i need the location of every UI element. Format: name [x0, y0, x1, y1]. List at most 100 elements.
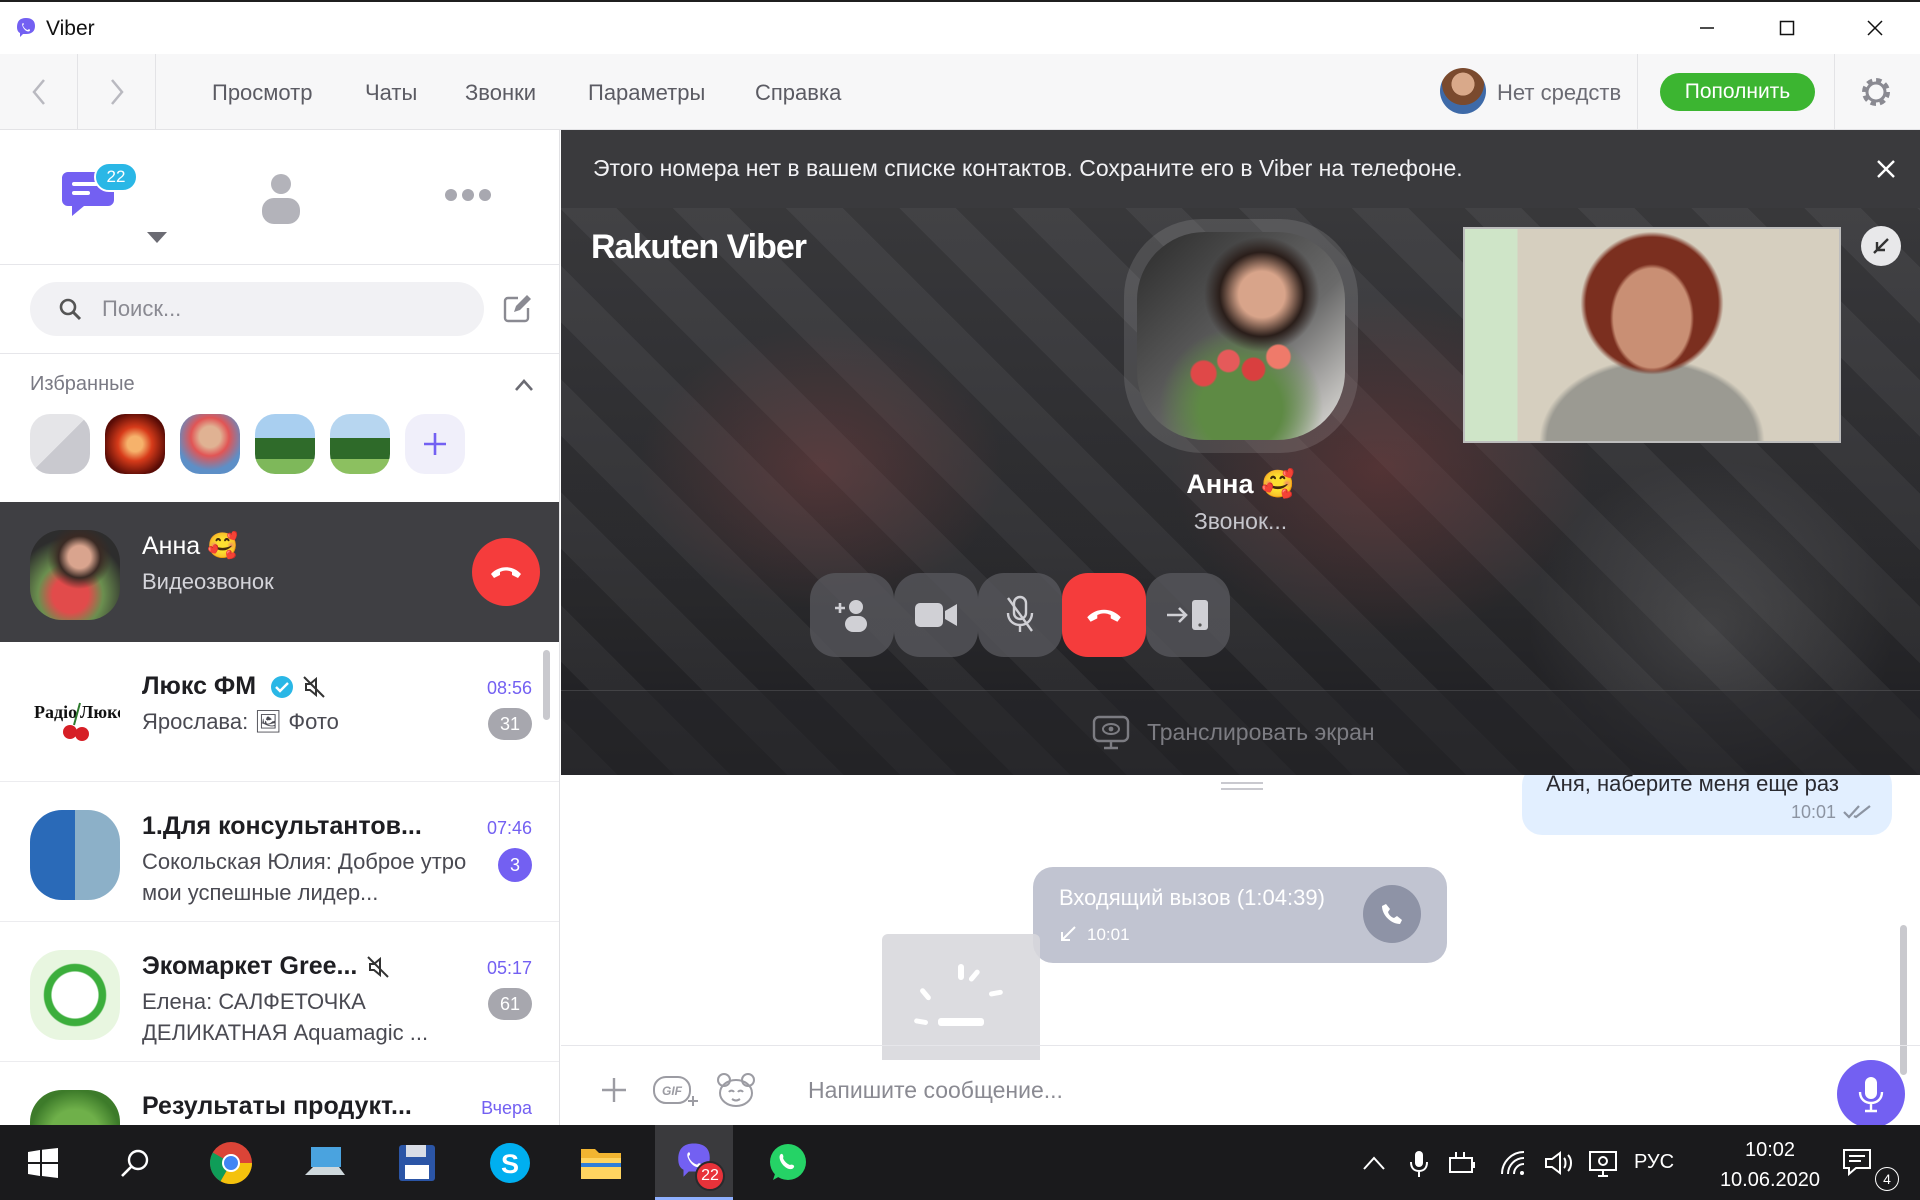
chat-item-results[interactable]: Результаты продукт... Вчера	[0, 1062, 559, 1125]
whatsapp-taskbar-button[interactable]	[749, 1125, 827, 1200]
plus-icon[interactable]	[596, 1072, 632, 1108]
viber-taskbar-button[interactable]: 22	[655, 1125, 733, 1200]
svg-text:S: S	[501, 1149, 519, 1179]
battery-plug-icon[interactable]	[1448, 1150, 1478, 1176]
window-title: Viber	[46, 17, 95, 40]
gif-icon[interactable]: GIF	[652, 1072, 700, 1108]
more-tab-icon[interactable]	[445, 188, 496, 206]
favorite-contact[interactable]	[330, 414, 390, 474]
radio-lux-logo: Радіо Люкс	[34, 702, 120, 741]
notifications-icon[interactable]	[1842, 1147, 1872, 1177]
minimize-button[interactable]	[1664, 2, 1750, 54]
favorite-contact[interactable]	[30, 414, 90, 474]
notice-text: Этого номера нет в вашем списке контакто…	[593, 155, 1463, 181]
unread-count: 61	[488, 988, 532, 1020]
viber-taskbar-badge: 22	[695, 1161, 725, 1191]
search-box[interactable]	[30, 282, 484, 336]
call-back-button[interactable]	[1363, 885, 1421, 943]
chat-item-ecomarket[interactable]: Экомаркет Gree... Елена: САЛФЕТОЧКА ДЕЛИ…	[0, 922, 559, 1062]
message-input[interactable]	[808, 1074, 1708, 1106]
gear-icon[interactable]	[1858, 74, 1894, 110]
search-button[interactable]	[96, 1125, 174, 1200]
call-event-message[interactable]: Входящий вызов (1:04:39) 10:01	[1033, 867, 1447, 963]
resize-handle[interactable]	[1221, 782, 1263, 790]
menu-calls[interactable]: Звонки	[465, 80, 536, 106]
menu-settings[interactable]: Параметры	[588, 80, 705, 106]
clock[interactable]: 10:02 10.06.2020	[1700, 1135, 1840, 1195]
chevron-up-icon[interactable]	[1362, 1155, 1386, 1171]
taskbar: S 22 РУС 10:02 10.06.2020 4	[0, 1125, 1920, 1200]
menu-help[interactable]: Справка	[755, 80, 841, 106]
clock-date: 10.06.2020	[1719, 1169, 1821, 1191]
skype-taskbar-button[interactable]: S	[471, 1125, 549, 1200]
favorites-title: Избранные	[30, 373, 135, 395]
add-favorite-button[interactable]	[405, 414, 465, 474]
wifi-icon[interactable]	[1498, 1150, 1528, 1176]
plus-icon	[424, 433, 446, 455]
input-language[interactable]: РУС	[1634, 1151, 1674, 1174]
minimize-call-button[interactable]	[1861, 226, 1901, 266]
mic-off-icon	[1006, 595, 1034, 632]
voice-message-button[interactable]	[1837, 1060, 1905, 1125]
compose-icon[interactable]	[502, 294, 532, 324]
avatar	[30, 810, 120, 900]
close-window-button[interactable]	[1832, 2, 1918, 54]
back-button[interactable]	[0, 54, 78, 130]
start-button[interactable]	[4, 1125, 82, 1200]
call-panel: Этого номера нет в вашем списке контакто…	[561, 130, 1920, 775]
call-event-title: Входящий вызов (1:04:39)	[1059, 885, 1325, 910]
chat-name: Люкс ФМ	[142, 672, 257, 700]
microphone-icon[interactable]	[1410, 1150, 1428, 1178]
sticker-icon[interactable]	[716, 1072, 756, 1108]
display-settings-icon[interactable]	[1588, 1150, 1618, 1178]
folder-icon	[581, 1148, 621, 1179]
chevron-down-icon[interactable]	[147, 232, 167, 243]
contacts-tab-icon[interactable]	[262, 170, 300, 226]
mute-button[interactable]	[978, 573, 1062, 657]
floppy-taskbar-button[interactable]	[378, 1125, 456, 1200]
end-call-button[interactable]	[472, 538, 540, 606]
end-call-button[interactable]	[1062, 573, 1146, 657]
screen-share-bar[interactable]: Транслировать экран	[561, 690, 1920, 775]
menu-view[interactable]: Просмотр	[212, 80, 312, 106]
balance-text[interactable]: Нет средств	[1497, 80, 1621, 106]
outgoing-message[interactable]: Аня, наберите меня еще раз 10:01	[1522, 775, 1892, 835]
unread-count: 31	[488, 708, 532, 740]
conversation-scrollbar[interactable]	[1900, 925, 1907, 1075]
chat-time: 07:46	[486, 818, 532, 838]
chrome-taskbar-button[interactable]	[192, 1125, 270, 1200]
call-event-time: 10:01	[1087, 925, 1130, 944]
search-input[interactable]	[102, 294, 462, 324]
favorite-contact[interactable]	[180, 414, 240, 474]
sidebar-scrollbar[interactable]	[543, 650, 550, 720]
topup-button[interactable]: Пополнить	[1660, 73, 1815, 111]
double-check-icon	[1843, 805, 1871, 819]
screen-share-label: Транслировать экран	[1147, 719, 1375, 745]
video-toggle-button[interactable]	[894, 573, 978, 657]
account-avatar[interactable]	[1440, 68, 1486, 114]
skype-icon: S	[490, 1142, 530, 1183]
rakuten-viber-logo: Rakuten Viber	[591, 228, 807, 266]
search-icon	[59, 298, 82, 321]
chat-item-consultants[interactable]: 1.Для консультантов... Сокольская Юлия: …	[0, 782, 559, 922]
clock-time: 10:02	[1744, 1139, 1796, 1161]
add-participant-button[interactable]	[810, 573, 894, 657]
favorite-contact[interactable]	[255, 414, 315, 474]
maximize-button[interactable]	[1744, 2, 1830, 54]
video-camera-icon	[915, 603, 957, 627]
chat-item-anna[interactable]: Анна 🥰 Видеозвонок	[0, 502, 559, 642]
forward-button[interactable]	[78, 54, 156, 130]
close-icon[interactable]	[1873, 156, 1899, 182]
menu-chats[interactable]: Чаты	[365, 80, 417, 106]
speaker-icon[interactable]	[1544, 1150, 1576, 1176]
search-icon	[121, 1149, 149, 1177]
self-video-preview[interactable]	[1463, 227, 1841, 443]
chat-item-lux-fm[interactable]: Радіо Люкс Люкс ФМ Ярослава: 🖼 Фото 08:5…	[0, 642, 559, 782]
message-composer: GIF	[576, 1060, 1828, 1120]
transfer-call-button[interactable]	[1146, 573, 1230, 657]
chevron-up-icon[interactable]	[514, 378, 534, 392]
computer-taskbar-button[interactable]	[286, 1125, 364, 1200]
explorer-taskbar-button[interactable]	[562, 1125, 640, 1200]
chrome-icon	[209, 1141, 252, 1184]
favorite-contact[interactable]	[105, 414, 165, 474]
